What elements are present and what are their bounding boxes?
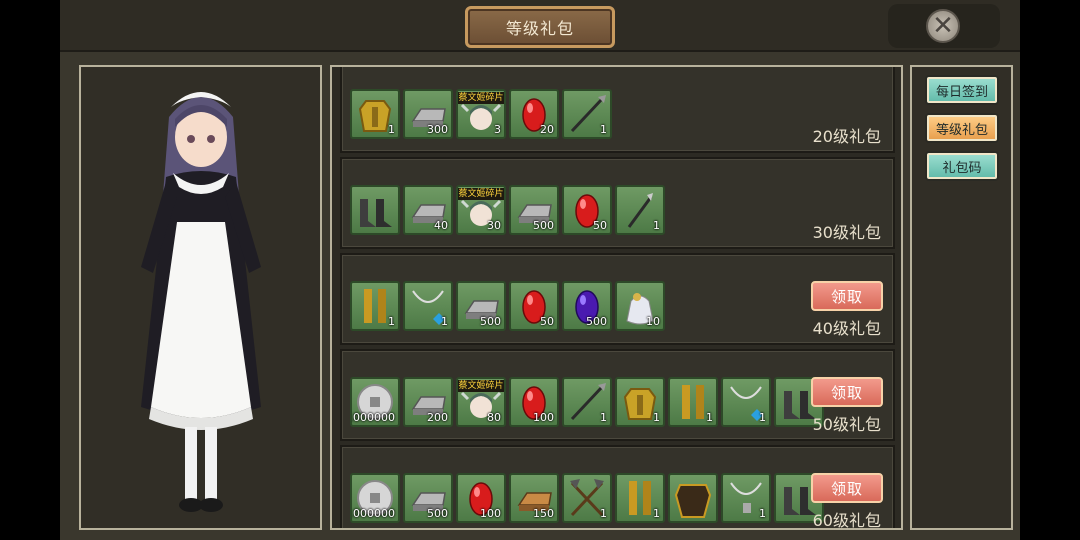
item-count: 300 bbox=[427, 123, 448, 136]
fragment-tag: 蔡文姬碎片 bbox=[458, 92, 504, 104]
tab-level-gift[interactable]: 等级礼包 bbox=[925, 113, 999, 143]
reward-item-slot[interactable]: 1 bbox=[562, 473, 612, 523]
item-count: 1 bbox=[759, 507, 766, 520]
reward-item-slot[interactable]: 500 bbox=[403, 473, 453, 523]
level-label: 20级礼包 bbox=[812, 127, 881, 146]
reward-item-slot[interactable]: 1 bbox=[615, 377, 665, 427]
item-count: 20 bbox=[540, 123, 554, 136]
reward-item-slot[interactable]: 1 bbox=[721, 473, 771, 523]
level-label: 60级礼包 bbox=[812, 511, 881, 530]
reward-item-slot[interactable]: 500 bbox=[509, 185, 559, 235]
reward-row: 1 1 500 50 500 10 领取 40级礼包 bbox=[340, 253, 895, 345]
character-portrait-frame bbox=[79, 65, 322, 530]
item-count: 1000000 bbox=[350, 507, 395, 520]
item-count: 1 bbox=[653, 411, 660, 424]
page-title: 等级礼包 bbox=[505, 19, 574, 38]
level-label: 50级礼包 bbox=[812, 415, 881, 434]
reward-item-slot[interactable]: 150 bbox=[509, 473, 559, 523]
item-count: 1 bbox=[600, 507, 607, 520]
reward-item-slot[interactable]: 蔡文姬碎片 3 bbox=[456, 89, 506, 139]
reward-list[interactable]: 1 300 蔡文姬碎片 3 20 1 20级礼包 40 蔡文姬碎片 30 500 50 1 30级礼包 1 1… bbox=[330, 65, 903, 530]
reward-row: 1000000 500 100 150 1 1 1 领取 60级礼包 bbox=[340, 445, 895, 530]
reward-item-slot[interactable]: 1 bbox=[350, 89, 400, 139]
reward-row: 1 300 蔡文姬碎片 3 20 1 20级礼包 bbox=[340, 67, 895, 153]
reward-item-slot[interactable]: 20 bbox=[509, 89, 559, 139]
reward-item-slot[interactable]: 1000000 bbox=[350, 473, 400, 523]
item-count: 1 bbox=[653, 507, 660, 520]
item-count: 80 bbox=[487, 411, 501, 424]
reward-item-slot[interactable]: 1 bbox=[403, 281, 453, 331]
reward-item-slot[interactable]: 1 bbox=[562, 89, 612, 139]
reward-row: 1000000 200 蔡文姬碎片 80 100 1 1 1 1 领取 50级礼包 bbox=[340, 349, 895, 441]
level-label: 40级礼包 bbox=[812, 319, 881, 338]
fragment-tag: 蔡文姬碎片 bbox=[458, 380, 504, 392]
item-count: 40 bbox=[434, 219, 448, 232]
reward-item-slot[interactable]: 10 bbox=[615, 281, 665, 331]
claim-button[interactable]: 领取 bbox=[811, 281, 883, 311]
claim-button[interactable]: 领取 bbox=[811, 473, 883, 503]
item-count: 500 bbox=[427, 507, 448, 520]
item-count: 1 bbox=[706, 411, 713, 424]
item-count: 500 bbox=[533, 219, 554, 232]
item-count: 200 bbox=[427, 411, 448, 424]
reward-item-slot[interactable]: 1 bbox=[721, 377, 771, 427]
dark-armor-icon bbox=[674, 484, 712, 518]
item-count: 1 bbox=[388, 315, 395, 328]
reward-row: 40 蔡文姬碎片 30 500 50 1 30级礼包 bbox=[340, 157, 895, 249]
reward-item-slot[interactable]: 100 bbox=[509, 377, 559, 427]
item-count: 1 bbox=[600, 411, 607, 424]
reward-item-slot[interactable]: 40 bbox=[403, 185, 453, 235]
iron-boots-icon bbox=[360, 199, 392, 227]
reward-item-slot[interactable]: 500 bbox=[562, 281, 612, 331]
item-count: 1 bbox=[441, 315, 448, 328]
level-label: 30级礼包 bbox=[812, 223, 881, 242]
item-count: 1 bbox=[600, 123, 607, 136]
item-count: 500 bbox=[480, 315, 501, 328]
item-count: 1 bbox=[759, 411, 766, 424]
reward-item-slot[interactable] bbox=[668, 473, 718, 523]
item-count: 10 bbox=[646, 315, 660, 328]
reward-item-slot[interactable]: 1 bbox=[615, 473, 665, 523]
reward-item-slot[interactable]: 50 bbox=[562, 185, 612, 235]
item-count: 1 bbox=[653, 219, 660, 232]
reward-item-slot[interactable]: 1 bbox=[615, 185, 665, 235]
close-icon[interactable]: ✕ bbox=[926, 9, 960, 43]
reward-item-slot[interactable] bbox=[350, 185, 400, 235]
reward-item-slot[interactable]: 500 bbox=[456, 281, 506, 331]
reward-item-slot[interactable]: 200 bbox=[403, 377, 453, 427]
reward-item-slot[interactable]: 1 bbox=[562, 377, 612, 427]
item-count: 50 bbox=[540, 315, 554, 328]
reward-item-slot[interactable]: 蔡文姬碎片 80 bbox=[456, 377, 506, 427]
item-count: 50 bbox=[593, 219, 607, 232]
claim-button[interactable]: 领取 bbox=[811, 377, 883, 407]
level-gift-panel: 等级礼包 ✕ 1 300 蔡文姬碎片 3 20 1 20级礼包 40 蔡文姬碎片… bbox=[60, 0, 1020, 540]
item-count: 100 bbox=[480, 507, 501, 520]
reward-item-slot[interactable]: 1 bbox=[668, 377, 718, 427]
tab-gift-code[interactable]: 礼包码 bbox=[925, 151, 999, 181]
item-count: 500 bbox=[586, 315, 607, 328]
side-tab-panel: 每日签到 等级礼包 礼包码 bbox=[910, 65, 1013, 530]
reward-item-slot[interactable]: 100 bbox=[456, 473, 506, 523]
top-bar: 等级礼包 ✕ bbox=[60, 0, 1020, 52]
reward-item-slot[interactable]: 蔡文姬碎片 30 bbox=[456, 185, 506, 235]
fragment-tag: 蔡文姬碎片 bbox=[458, 188, 504, 200]
item-count: 150 bbox=[533, 507, 554, 520]
item-count: 100 bbox=[533, 411, 554, 424]
reward-item-slot[interactable]: 300 bbox=[403, 89, 453, 139]
item-count: 30 bbox=[487, 219, 501, 232]
game-screen: 等级礼包 ✕ 1 300 蔡文姬碎片 3 20 1 20级礼包 40 蔡文姬碎片… bbox=[0, 0, 1080, 540]
reward-item-slot[interactable]: 1 bbox=[350, 281, 400, 331]
item-count: 3 bbox=[494, 123, 501, 136]
reward-item-slot[interactable]: 1000000 bbox=[350, 377, 400, 427]
title-plate: 等级礼包 bbox=[465, 6, 615, 48]
reward-item-slot[interactable]: 50 bbox=[509, 281, 559, 331]
tab-daily-signin[interactable]: 每日签到 bbox=[925, 75, 999, 105]
item-count: 1000000 bbox=[350, 411, 395, 424]
item-count: 1 bbox=[388, 123, 395, 136]
maid-character-icon bbox=[141, 92, 261, 512]
